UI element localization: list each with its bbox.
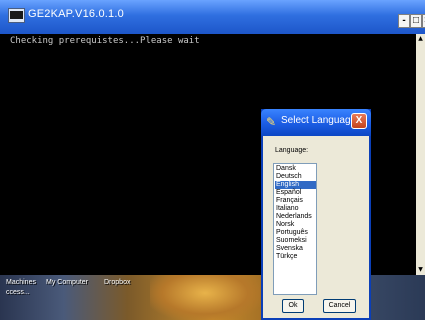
language-option-english[interactable]: English (275, 181, 316, 189)
desktop-icon-machines[interactable]: Machines (6, 279, 36, 286)
language-icon: ✎ (266, 115, 277, 129)
desktop-icon-my-computer[interactable]: My Computer (46, 279, 88, 286)
dialog-close-button[interactable]: X (351, 113, 367, 129)
language-listbox[interactable]: Dansk Deutsch English Español Français I… (273, 163, 317, 295)
language-label: Language: (275, 147, 309, 154)
language-option-portugues[interactable]: Português (275, 229, 316, 237)
console-app-icon (8, 8, 25, 23)
console-scrollbar[interactable]: ▲ ▼ (416, 34, 425, 275)
ok-button[interactable]: Ok (282, 299, 304, 313)
language-option-deutsch[interactable]: Deutsch (275, 173, 316, 181)
desktop-icon-dropbox[interactable]: Dropbox (104, 279, 130, 286)
cancel-button[interactable]: Cancel (323, 299, 356, 313)
desktop-icon-access[interactable]: ccess... (6, 289, 30, 296)
console-titlebar[interactable]: GE2KAP.V16.0.1.0 - □ × (0, 0, 425, 34)
language-option-francais[interactable]: Français (275, 197, 316, 205)
language-option-dansk[interactable]: Dansk (275, 165, 316, 173)
language-option-norsk[interactable]: Norsk (275, 221, 316, 229)
language-option-espanol[interactable]: Español (275, 189, 316, 197)
console-title: GE2KAP.V16.0.1.0 (28, 8, 124, 20)
console-output: Checking prerequistes...Please wait (10, 36, 200, 46)
dialog-titlebar[interactable]: ✎ Select Language X (261, 109, 371, 136)
language-option-turkce[interactable]: Türkçe (275, 253, 316, 261)
language-option-suomeksi[interactable]: Suomeksi (275, 237, 316, 245)
scroll-down-arrow-icon[interactable]: ▼ (416, 265, 425, 275)
language-option-svenska[interactable]: Svenska (275, 245, 316, 253)
scroll-up-arrow-icon[interactable]: ▲ (416, 34, 425, 44)
select-language-dialog: ✎ Select Language X Language: Dansk Deut… (261, 109, 371, 320)
language-option-italiano[interactable]: Italiano (275, 205, 316, 213)
dialog-title: Select Language (281, 115, 357, 126)
minimize-button[interactable]: - (398, 14, 410, 28)
maximize-button[interactable]: □ (410, 14, 422, 28)
language-option-nederlands[interactable]: Nederlands (275, 213, 316, 221)
